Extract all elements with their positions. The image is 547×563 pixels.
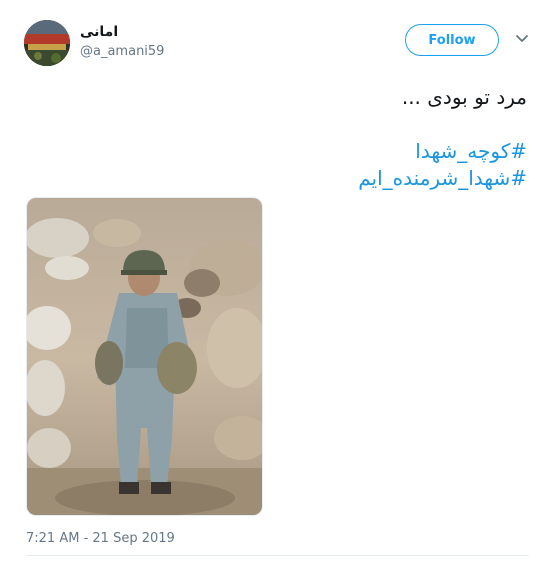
hashtag-link[interactable]: #کوچه_شهدا <box>358 138 527 165</box>
divider <box>26 555 529 556</box>
avatar[interactable] <box>24 20 70 66</box>
hashtag-list: #کوچه_شهدا #شهدا_شرمنده_ایم <box>358 138 527 192</box>
author-handle[interactable]: @a_amani59 <box>80 44 164 59</box>
author-display-name[interactable]: امانی <box>80 24 118 40</box>
tweet-timestamp[interactable]: 7:21 AM - 21 Sep 2019 <box>26 531 175 546</box>
avatar-image <box>24 20 70 66</box>
follow-button[interactable]: Follow <box>405 24 499 56</box>
tweet-photo[interactable] <box>26 197 263 516</box>
tweet-text: مرد تو بودی ... <box>401 85 527 109</box>
soldier-photo <box>27 198 262 515</box>
hashtag-link[interactable]: #شهدا_شرمنده_ایم <box>358 165 527 192</box>
chevron-down-icon[interactable] <box>515 34 529 44</box>
